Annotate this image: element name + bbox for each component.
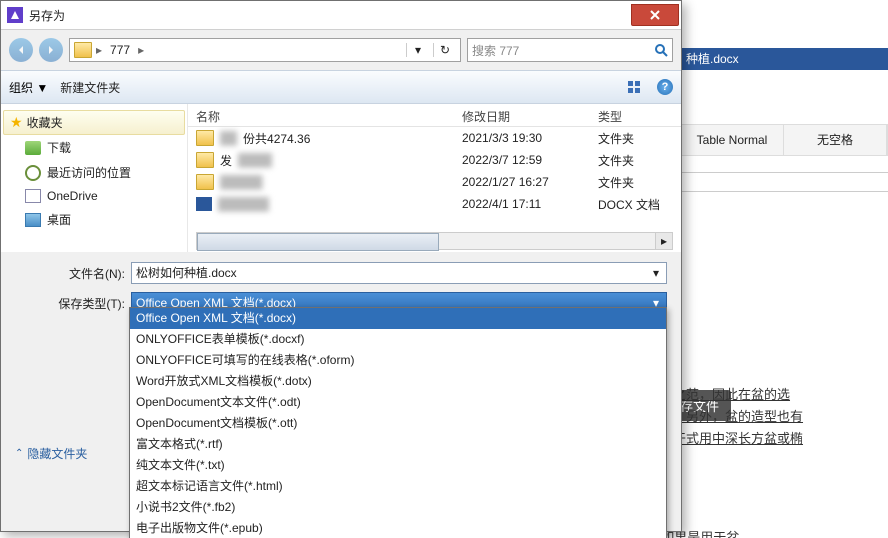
download-icon: [25, 141, 41, 155]
chevron-right-icon: ▸: [96, 43, 102, 57]
save-as-dialog: 另存为 ▸ 777 ▸ ▾ ↻ 搜索 777 组织 ▼ 新建文件夹 ? ★收藏夹…: [0, 0, 682, 532]
filetype-dropdown: Office Open XML 文档(*.docx) ONLYOFFICE表单模…: [129, 307, 667, 538]
sidebar: ★收藏夹 下载 最近访问的位置 OneDrive 桌面: [1, 104, 188, 252]
search-placeholder: 搜索 777: [472, 42, 654, 59]
list-item[interactable]: ██份共4274.362021/3/3 19:30文件夹: [188, 127, 681, 149]
scroll-thumb[interactable]: [197, 233, 439, 251]
chevron-up-icon: ⌃: [15, 448, 23, 459]
col-type[interactable]: 类型: [590, 104, 681, 126]
sidebar-onedrive[interactable]: OneDrive: [1, 185, 187, 207]
dropdown-item[interactable]: OpenDocument文档模板(*.ott): [130, 413, 666, 434]
help-icon[interactable]: ?: [657, 79, 673, 95]
folder-icon: [196, 152, 214, 168]
document-body: 家之范，因此在盆的选 气。另外，盆的造型也有 卧干式用中深长方盆或椭: [660, 384, 888, 450]
title-bar: 另存为: [1, 1, 681, 30]
sidebar-favorites[interactable]: ★收藏夹: [3, 110, 185, 135]
col-name[interactable]: 名称: [188, 104, 454, 126]
dropdown-item[interactable]: 小说书2文件(*.fb2): [130, 497, 666, 518]
path-segment[interactable]: 777: [106, 41, 134, 59]
style-no-spacing[interactable]: 无空格: [784, 125, 887, 155]
sidebar-desktop[interactable]: 桌面: [1, 207, 187, 232]
onedrive-icon: [25, 189, 41, 203]
sidebar-recent[interactable]: 最近访问的位置: [1, 160, 187, 185]
dropdown-item[interactable]: 电子出版物文件(*.epub): [130, 518, 666, 538]
sidebar-downloads[interactable]: 下载: [1, 135, 187, 160]
hide-folders-link[interactable]: ⌃隐藏文件夹: [15, 445, 87, 462]
dropdown-item[interactable]: Word开放式XML文档模板(*.dotx): [130, 371, 666, 392]
desktop-icon: [25, 213, 41, 227]
style-toolbar: Table Normal 无空格: [680, 124, 888, 156]
folder-icon: [196, 174, 214, 190]
organize-menu[interactable]: 组织 ▼: [9, 79, 48, 96]
scroll-right-icon[interactable]: ▸: [655, 233, 672, 249]
dropdown-item[interactable]: ONLYOFFICE可填写的在线表格(*.oform): [130, 350, 666, 371]
dropdown-item[interactable]: 超文本标记语言文件(*.html): [130, 476, 666, 497]
new-folder-button[interactable]: 新建文件夹: [60, 79, 120, 96]
filetype-label: 保存类型(T):: [15, 295, 131, 312]
document-tab[interactable]: 种植.docx: [680, 48, 888, 70]
dropdown-item[interactable]: 富文本格式(*.rtf): [130, 434, 666, 455]
view-icon[interactable]: [623, 77, 645, 97]
style-table-normal[interactable]: Table Normal: [681, 125, 784, 155]
list-item[interactable]: ██████2022/4/1 17:11DOCX 文档: [188, 193, 681, 215]
folder-icon: [196, 130, 214, 146]
nav-fwd-button[interactable]: [39, 38, 63, 62]
search-icon: [654, 43, 668, 57]
list-item[interactable]: 发████2022/3/7 12:59文件夹: [188, 149, 681, 171]
chevron-right-icon: ▸: [138, 43, 144, 57]
list-item[interactable]: █████2022/1/27 16:27文件夹: [188, 171, 681, 193]
filename-input[interactable]: 松树如何种植.docx▾: [131, 262, 667, 284]
filename-label: 文件名(N):: [15, 265, 131, 282]
folder-icon: [74, 42, 92, 58]
close-button[interactable]: [631, 4, 679, 26]
dropdown-item[interactable]: OpenDocument文本文件(*.odt): [130, 392, 666, 413]
dropdown-item[interactable]: Office Open XML 文档(*.docx): [130, 308, 666, 329]
dropdown-icon[interactable]: ▾: [406, 43, 429, 57]
nav-back-button[interactable]: [9, 38, 33, 62]
refresh-icon[interactable]: ↻: [433, 43, 456, 57]
search-input[interactable]: 搜索 777: [467, 38, 673, 62]
app-icon: [7, 7, 23, 23]
file-list: 名称 修改日期 类型 ██份共4274.362021/3/3 19:30文件夹 …: [188, 104, 681, 252]
clock-icon: [25, 165, 41, 181]
dropdown-item[interactable]: 纯文本文件(*.txt): [130, 455, 666, 476]
dialog-title: 另存为: [29, 7, 631, 24]
chevron-down-icon[interactable]: ▾: [648, 265, 664, 281]
scrollbar-horizontal[interactable]: ▸: [196, 232, 673, 250]
col-date[interactable]: 修改日期: [454, 104, 590, 126]
dropdown-item[interactable]: ONLYOFFICE表单模板(*.docxf): [130, 329, 666, 350]
docx-icon: [196, 197, 212, 211]
address-bar[interactable]: ▸ 777 ▸ ▾ ↻: [69, 38, 461, 62]
star-icon: ★: [10, 114, 23, 131]
